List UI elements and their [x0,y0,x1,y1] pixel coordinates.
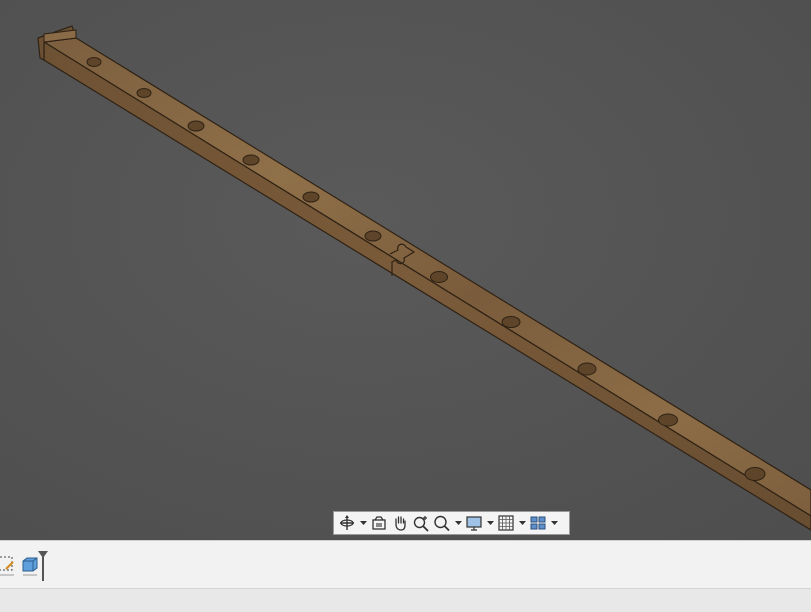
hole [658,413,678,427]
viewports-button[interactable] [529,513,547,533]
hole [187,120,205,132]
timeline-marker[interactable] [37,550,49,586]
pan-icon [395,516,406,531]
look-at-icon [372,516,386,530]
hole [86,57,102,67]
chevron-down-icon [486,520,494,525]
status-bar [0,588,811,612]
zoom-icon [413,516,429,532]
3d-viewport[interactable] [0,0,811,540]
hole [430,271,448,283]
grid-snap-button[interactable] [497,513,515,533]
chevron-down-icon [359,520,367,525]
orbit-menu-arrow[interactable] [359,513,367,533]
hole [136,88,152,98]
viewports-icon [530,516,546,530]
hole [242,154,260,166]
timeline-marker-icon [38,551,48,581]
display-settings-menu-arrow[interactable] [486,513,494,533]
zoom-window-icon [434,515,450,532]
sketch-feature-icon [0,556,14,576]
orbit-button[interactable] [338,513,356,533]
viewports-menu-arrow[interactable] [550,513,558,533]
navigation-toolbar [333,511,570,535]
grid-snap-icon [498,515,514,531]
hole [302,191,320,203]
model-canvas[interactable] [0,0,811,540]
chevron-down-icon [550,520,558,525]
timeline-item-sketch[interactable] [0,553,18,581]
hole [577,362,597,376]
chevron-down-icon [454,520,462,525]
orbit-icon [340,515,354,530]
timeline-panel [0,540,811,588]
look-at-button[interactable] [370,513,388,533]
chevron-down-icon [518,520,526,525]
grid-snap-menu-arrow[interactable] [518,513,526,533]
zoom-window-button[interactable] [433,513,451,533]
hole [744,467,766,481]
pan-button[interactable] [391,513,409,533]
hole [364,230,382,242]
display-settings-icon [466,516,482,531]
zoom-button[interactable] [412,513,430,533]
zoom-window-menu-arrow[interactable] [454,513,462,533]
hole [501,316,521,328]
display-settings-button[interactable] [465,513,483,533]
